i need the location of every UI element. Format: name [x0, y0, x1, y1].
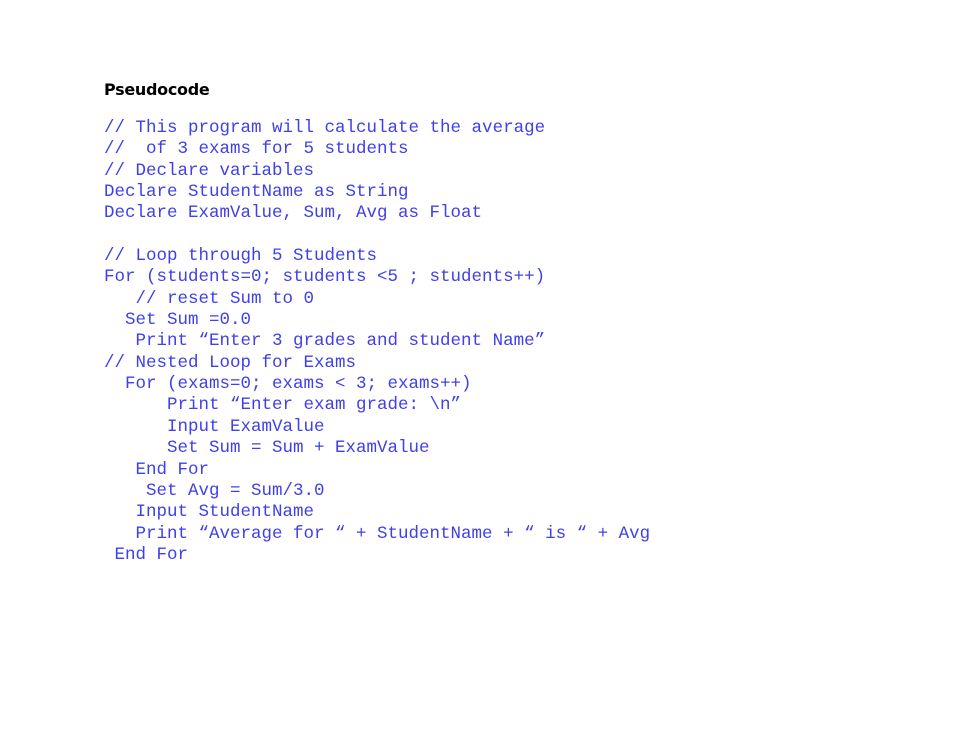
code-line-comment-loop: // Loop through 5 Students: [104, 246, 378, 267]
code-line-input-exam: Input ExamValue: [104, 416, 325, 437]
code-line-comment-reset: // reset Sum to 0: [104, 288, 315, 309]
code-line-set-sum: Set Sum =0.0: [104, 310, 252, 331]
code-line-declare-studentname: Declare StudentName as String: [104, 182, 409, 203]
code-line-comment-intro-2: // of 3 exams for 5 students: [104, 139, 409, 160]
code-line-comment-intro: // This program will calculate the avera…: [104, 118, 546, 138]
code-line-declare-floats: Declare ExamValue, Sum, Avg as Float: [104, 203, 483, 224]
code-line-comment-declare: // Declare variables: [104, 160, 315, 181]
code-line-print-prompt: Print “Enter 3 grades and student Name”: [104, 331, 546, 352]
code-line-end-for-outer: End For: [104, 544, 189, 565]
pseudocode-block: // This program will calculate the avera…: [104, 118, 650, 566]
code-line-sum-update: Set Sum = Sum + ExamValue: [104, 438, 430, 459]
code-line-set-avg: Set Avg = Sum/3.0: [104, 480, 325, 501]
code-line-print-grade: Print “Enter exam grade: \n”: [104, 395, 462, 416]
code-line-print-average: Print “Average for “ + StudentName + “ i…: [104, 523, 651, 544]
code-line-input-name: Input StudentName: [104, 502, 315, 523]
section-heading: Pseudocode: [104, 80, 210, 99]
code-line-comment-nested: // Nested Loop for Exams: [104, 352, 357, 373]
code-line-for-students: For (students=0; students <5 ; students+…: [104, 267, 546, 288]
code-line-end-for-inner: End For: [104, 459, 210, 480]
code-line-for-exams: For (exams=0; exams < 3; exams++): [104, 374, 472, 395]
